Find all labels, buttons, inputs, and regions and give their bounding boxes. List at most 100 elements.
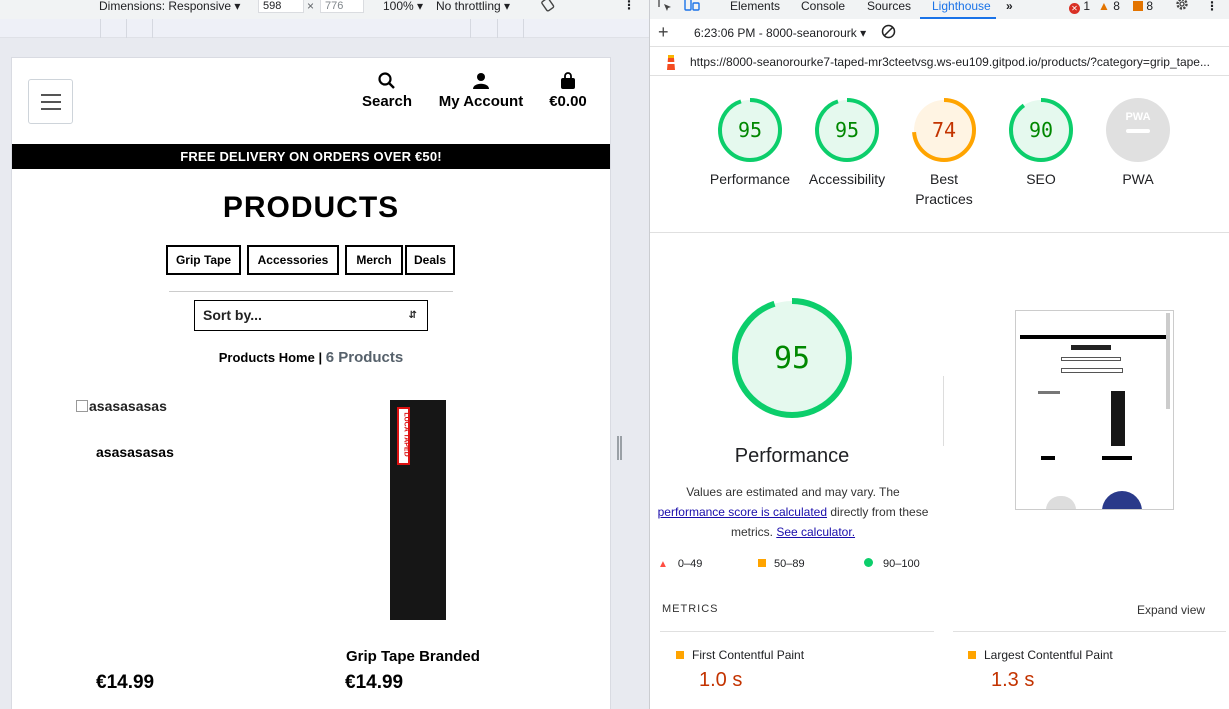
product-name[interactable]: Grip Tape Branded — [346, 648, 480, 665]
error-count[interactable]: ✕ 1 — [1069, 0, 1090, 14]
device-emulation-pane: Dimensions: Responsive ▾ 598 × 776 100% … — [0, 0, 649, 709]
account-nav-link[interactable]: My Account — [431, 72, 531, 110]
products-home-link[interactable]: Products Home — [219, 350, 315, 365]
menu-toggle-button[interactable] — [28, 79, 73, 124]
final-screenshot-thumbnail[interactable] — [1015, 310, 1174, 510]
issue-count[interactable]: 8 — [1133, 0, 1153, 13]
square-icon — [758, 559, 766, 567]
throttling-dropdown[interactable]: No throttling ▾ — [436, 0, 510, 12]
warning-count[interactable]: ▲ 8 — [1098, 0, 1120, 13]
legend-pass: 90–100 — [864, 558, 920, 570]
devtools-more-icon[interactable]: ⋮ — [1206, 0, 1218, 13]
gauge-label: Accessibility — [808, 171, 886, 187]
new-report-icon[interactable]: + — [658, 22, 669, 43]
metrics-heading: METRICS — [662, 603, 719, 615]
lighthouse-toolbar: + 6:23:06 PM - 8000-seanorourk ▾ — [650, 19, 1229, 47]
tab-sources[interactable]: Sources — [867, 0, 911, 13]
score-ring: 74 — [912, 98, 976, 162]
search-icon — [378, 72, 395, 89]
search-nav-link[interactable]: Search — [358, 72, 416, 110]
clear-icon[interactable] — [881, 24, 896, 42]
metric-lcp-value: 1.3 s — [991, 669, 1035, 691]
svg-text:95: 95 — [835, 118, 859, 142]
expand-view-toggle[interactable]: Expand view — [1137, 603, 1205, 617]
tab-elements[interactable]: Elements — [730, 0, 780, 13]
gauge-performance[interactable]: 95 Performance — [700, 96, 800, 189]
dimensions-label: Dimensions: Responsive — [99, 0, 232, 13]
section-divider — [650, 232, 1229, 233]
score-ring: 90 — [1009, 98, 1073, 162]
delivery-banner: FREE DELIVERY ON ORDERS OVER €50! — [12, 144, 610, 169]
rotate-icon[interactable] — [540, 0, 556, 14]
svg-text:90: 90 — [1029, 118, 1053, 142]
metric-divider — [953, 631, 1226, 632]
account-label: My Account — [438, 93, 524, 110]
gauge-accessibility[interactable]: 95 Accessibility — [797, 96, 897, 189]
metric-fcp-value: 1.0 s — [699, 669, 743, 691]
report-url-bar: https://8000-seanorourke7-taped-mr3cteet… — [650, 48, 1229, 76]
performance-big-gauge: 95 — [730, 296, 854, 420]
triangle-icon: ▲ — [658, 559, 668, 570]
product-price: €14.99 — [345, 672, 404, 693]
gauge-label: Best Practices — [915, 171, 973, 207]
zoom-label: 100% — [383, 0, 414, 13]
category-button-deals[interactable]: Deals — [405, 245, 455, 275]
inspect-icon[interactable] — [658, 0, 672, 15]
breadcrumb-separator: | — [318, 350, 323, 365]
gauge-best-practices[interactable]: 74 Best Practices — [894, 96, 994, 209]
gauge-seo[interactable]: 90 SEO — [991, 96, 1091, 189]
device-more-icon[interactable]: ⋮ — [623, 0, 635, 11]
user-icon — [473, 73, 489, 89]
warning-icon: ▲ — [1098, 0, 1110, 13]
svg-text:PWA: PWA — [1125, 111, 1150, 123]
category-button-grip-tape[interactable]: Grip Tape — [166, 245, 241, 275]
times-symbol: × — [307, 0, 315, 13]
metric-lcp-label: Largest Contentful Paint — [968, 648, 1113, 662]
product-name[interactable]: asasasasas — [96, 444, 174, 460]
grip-tape-product-image[interactable]: LUCA TAPED — [390, 400, 446, 620]
gear-icon[interactable] — [1175, 0, 1189, 14]
tab-lighthouse[interactable]: Lighthouse — [932, 0, 991, 13]
gauge-pwa[interactable]: PWA PWA — [1088, 96, 1188, 189]
sort-select[interactable]: Sort by... ⇵ — [194, 300, 428, 331]
category-button-accessories[interactable]: Accessories — [247, 245, 339, 275]
devtools-tab-bar: Elements Console Sources Lighthouse » ✕ … — [650, 0, 1229, 19]
zoom-dropdown[interactable]: 100% ▾ — [383, 0, 423, 12]
cart-nav-link[interactable]: €0.00 — [542, 72, 594, 110]
score-calculated-link[interactable]: performance score is calculated — [658, 505, 827, 519]
search-label: Search — [361, 93, 413, 110]
gauge-label: SEO — [1026, 171, 1056, 187]
sort-select-value: Sort by... — [203, 307, 262, 323]
circle-icon — [864, 558, 873, 567]
report-url[interactable]: https://8000-seanorourke7-taped-mr3cteet… — [690, 55, 1210, 69]
square-icon — [676, 651, 684, 659]
error-icon: ✕ — [1069, 3, 1080, 14]
category-button-merch[interactable]: Merch — [345, 245, 403, 275]
height-input[interactable]: 776 — [320, 0, 364, 13]
page-title: PRODUCTS — [222, 191, 400, 224]
width-input[interactable]: 598 — [258, 0, 304, 13]
dimensions-dropdown[interactable]: Dimensions: Responsive ▾ — [99, 0, 240, 12]
tab-console[interactable]: Console — [801, 0, 845, 13]
brand-label: LUCA TAPED — [397, 407, 410, 465]
resize-handle[interactable] — [617, 436, 622, 460]
more-tabs-button[interactable]: » — [1006, 0, 1013, 13]
metric-fcp-label: First Contentful Paint — [676, 648, 804, 662]
performance-heading: Performance — [734, 445, 850, 467]
product-count: 6 Products — [325, 349, 404, 366]
device-toggle-icon[interactable] — [684, 0, 700, 15]
broken-product-image[interactable]: asasasasas — [76, 398, 167, 414]
svg-text:95: 95 — [774, 341, 810, 376]
gauge-label: Performance — [709, 171, 791, 187]
performance-note: Values are estimated and may vary. The p… — [657, 485, 929, 539]
cart-total: €0.00 — [549, 93, 587, 110]
vertical-divider — [943, 376, 944, 446]
see-calculator-link[interactable]: See calculator. — [776, 525, 855, 539]
updown-arrow-icon: ⇵ — [408, 310, 417, 321]
report-label: 6:23:06 PM - 8000-seanorourk — [694, 26, 857, 40]
divider — [169, 291, 453, 292]
svg-text:74: 74 — [932, 118, 956, 142]
report-select[interactable]: 6:23:06 PM - 8000-seanorourk ▾ — [694, 26, 866, 40]
legend-average: 50–89 — [758, 558, 805, 570]
throttling-label: No throttling — [436, 0, 501, 13]
